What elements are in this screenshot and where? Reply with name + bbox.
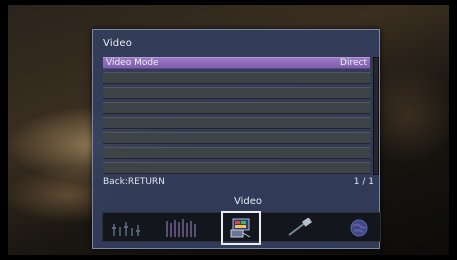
category-label: Video xyxy=(233,196,263,207)
menu-row-empty xyxy=(103,162,370,174)
back-hint: Back:RETURN xyxy=(103,177,165,187)
menu-row-empty xyxy=(103,102,370,114)
settings-list: Video Mode Direct xyxy=(103,57,370,177)
hdmi-cable-icon[interactable] xyxy=(279,213,319,243)
row-label: Video Mode xyxy=(106,58,159,68)
panel-title: Video xyxy=(103,38,133,49)
globe-icon[interactable] xyxy=(339,213,379,243)
page-indicator: 1 / 1 xyxy=(353,177,374,187)
list-scrollbar[interactable] xyxy=(373,57,379,175)
row-value: Direct xyxy=(340,58,367,68)
menu-row-empty xyxy=(103,147,370,159)
video-icon[interactable] xyxy=(221,211,261,245)
menu-row-empty xyxy=(103,87,370,99)
menu-row-empty xyxy=(103,117,370,129)
menu-row-empty xyxy=(103,132,370,144)
menu-row-video-mode[interactable]: Video Mode Direct xyxy=(103,57,370,69)
speaker-levels-icon[interactable] xyxy=(107,213,147,243)
equalizer-icon[interactable] xyxy=(161,213,201,243)
menu-row-empty xyxy=(103,72,370,84)
category-icon-bar xyxy=(102,211,381,245)
panel-footer: Back:RETURN 1 / 1 xyxy=(103,177,378,187)
tv-screen: Video Video Mode Direct Back:RETURN 1 / … xyxy=(8,5,449,255)
